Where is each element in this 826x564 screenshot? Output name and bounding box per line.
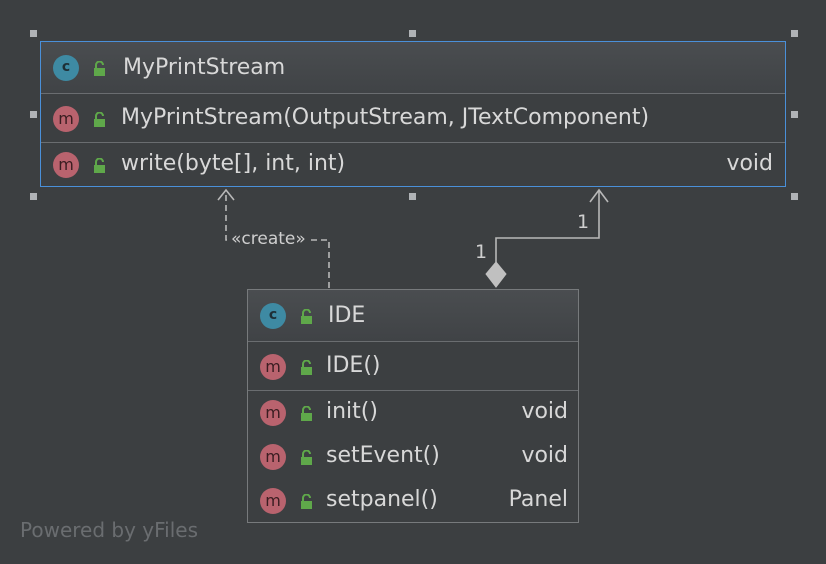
create-stereotype-label: «create» bbox=[230, 229, 307, 249]
public-lock-icon bbox=[301, 450, 312, 465]
method-signature: init() bbox=[326, 399, 378, 424]
public-lock-icon bbox=[301, 360, 312, 375]
class-node-myprintstream[interactable]: c MyPrintStream m MyPrintStream(OutputSt… bbox=[40, 41, 786, 187]
diagram-canvas[interactable]: c MyPrintStream m MyPrintStream(OutputSt… bbox=[0, 0, 826, 564]
class-node-ide[interactable]: c IDE m IDE() m init() void m setEvent()… bbox=[247, 289, 579, 523]
selection-handle-bottom-left[interactable] bbox=[30, 193, 37, 200]
composition-source-multiplicity: 1 bbox=[475, 241, 488, 263]
method-icon: m bbox=[260, 354, 286, 380]
class-icon: c bbox=[53, 55, 79, 81]
composition-edge[interactable] bbox=[485, 188, 609, 288]
method-icon: m bbox=[260, 444, 286, 470]
method-signature: setpanel() bbox=[326, 487, 438, 512]
class-icon: c bbox=[260, 303, 286, 329]
constructor-signature: IDE() bbox=[326, 353, 381, 378]
class-header: c MyPrintStream bbox=[41, 42, 785, 94]
constructor-row[interactable]: m IDE() bbox=[248, 345, 578, 389]
selection-handle-middle-right[interactable] bbox=[791, 111, 798, 118]
selection-handle-top-left[interactable] bbox=[30, 30, 37, 37]
public-lock-icon bbox=[94, 158, 105, 173]
method-icon: m bbox=[260, 400, 286, 426]
method-icon: m bbox=[53, 152, 79, 178]
method-row[interactable]: m init() void bbox=[248, 391, 578, 435]
method-row[interactable]: m setpanel() Panel bbox=[248, 479, 578, 523]
public-lock-icon bbox=[301, 309, 312, 324]
selection-handle-bottom-middle[interactable] bbox=[409, 193, 416, 200]
method-row[interactable]: m setEvent() void bbox=[248, 435, 578, 479]
class-name: IDE bbox=[328, 303, 366, 328]
method-return-type: void bbox=[726, 151, 773, 176]
constructor-signature: MyPrintStream(OutputStream, JTextCompone… bbox=[121, 105, 650, 130]
method-signature: setEvent() bbox=[326, 443, 440, 468]
public-lock-icon bbox=[94, 112, 105, 127]
selection-handle-top-middle[interactable] bbox=[409, 30, 416, 37]
powered-by-footer: Powered by yFiles bbox=[20, 518, 198, 542]
method-icon: m bbox=[53, 106, 79, 132]
selection-handle-bottom-right[interactable] bbox=[791, 193, 798, 200]
selection-handle-middle-left[interactable] bbox=[30, 111, 37, 118]
composition-target-multiplicity: 1 bbox=[577, 211, 590, 233]
method-return-type: Panel bbox=[508, 487, 568, 512]
constructor-row[interactable]: m MyPrintStream(OutputStream, JTextCompo… bbox=[41, 97, 785, 141]
composition-diamond-icon bbox=[485, 261, 507, 288]
public-lock-icon bbox=[301, 406, 312, 421]
class-header: c IDE bbox=[248, 290, 578, 342]
method-row[interactable]: m write(byte[], int, int) void bbox=[41, 143, 785, 187]
method-return-type: void bbox=[521, 399, 568, 424]
selection-handle-top-right[interactable] bbox=[791, 30, 798, 37]
method-icon: m bbox=[260, 488, 286, 514]
public-lock-icon bbox=[94, 61, 105, 76]
public-lock-icon bbox=[301, 494, 312, 509]
method-return-type: void bbox=[521, 443, 568, 468]
class-name: MyPrintStream bbox=[123, 55, 286, 80]
method-signature: write(byte[], int, int) bbox=[121, 151, 346, 176]
